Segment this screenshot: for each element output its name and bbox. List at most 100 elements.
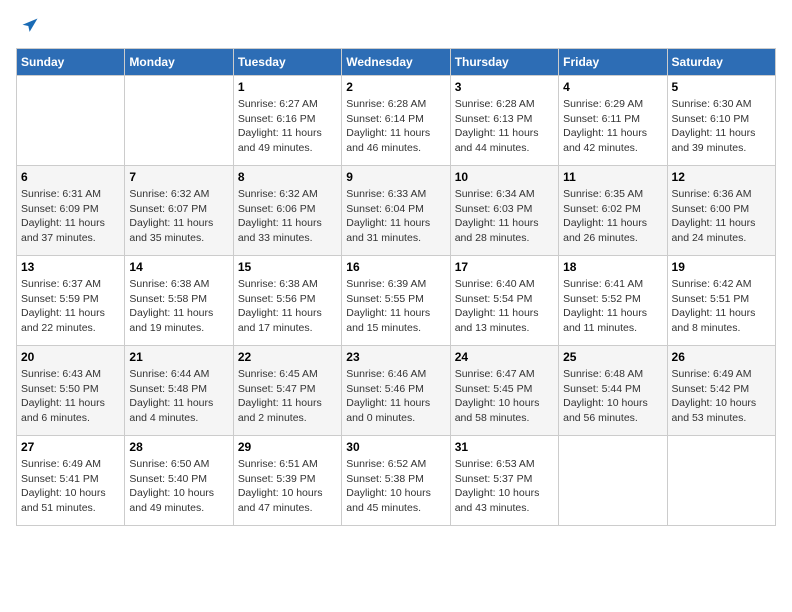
day-number: 20 xyxy=(21,350,120,364)
calendar-cell xyxy=(17,76,125,166)
day-number: 3 xyxy=(455,80,554,94)
day-details: Sunrise: 6:35 AM Sunset: 6:02 PM Dayligh… xyxy=(563,187,662,246)
day-number: 11 xyxy=(563,170,662,184)
day-details: Sunrise: 6:28 AM Sunset: 6:14 PM Dayligh… xyxy=(346,97,445,156)
weekday-header-tuesday: Tuesday xyxy=(233,49,341,76)
day-details: Sunrise: 6:36 AM Sunset: 6:00 PM Dayligh… xyxy=(672,187,771,246)
calendar-cell: 12 Sunrise: 6:36 AM Sunset: 6:00 PM Dayli… xyxy=(667,166,775,256)
day-details: Sunrise: 6:50 AM Sunset: 5:40 PM Dayligh… xyxy=(129,457,228,516)
calendar-cell: 10 Sunrise: 6:34 AM Sunset: 6:03 PM Dayli… xyxy=(450,166,558,256)
day-number: 8 xyxy=(238,170,337,184)
day-number: 26 xyxy=(672,350,771,364)
day-number: 12 xyxy=(672,170,771,184)
weekday-header-wednesday: Wednesday xyxy=(342,49,450,76)
day-number: 19 xyxy=(672,260,771,274)
day-number: 9 xyxy=(346,170,445,184)
day-details: Sunrise: 6:40 AM Sunset: 5:54 PM Dayligh… xyxy=(455,277,554,336)
calendar-cell: 9 Sunrise: 6:33 AM Sunset: 6:04 PM Daylig… xyxy=(342,166,450,256)
calendar-cell: 28 Sunrise: 6:50 AM Sunset: 5:40 PM Dayli… xyxy=(125,436,233,526)
calendar-cell: 27 Sunrise: 6:49 AM Sunset: 5:41 PM Dayli… xyxy=(17,436,125,526)
calendar-cell: 18Sunrise: 6:41 AM Sunset: 5:52 PM Dayli… xyxy=(559,256,667,346)
day-details: Sunrise: 6:49 AM Sunset: 5:41 PM Dayligh… xyxy=(21,457,120,516)
day-number: 30 xyxy=(346,440,445,454)
logo xyxy=(16,16,40,36)
day-number: 5 xyxy=(672,80,771,94)
day-number: 1 xyxy=(238,80,337,94)
calendar-cell: 8Sunrise: 6:32 AM Sunset: 6:06 PM Daylig… xyxy=(233,166,341,256)
day-details: Sunrise: 6:53 AM Sunset: 5:37 PM Dayligh… xyxy=(455,457,554,516)
calendar-week-2: 6 Sunrise: 6:31 AM Sunset: 6:09 PM Daylig… xyxy=(17,166,776,256)
calendar-week-1: 1 Sunrise: 6:27 AM Sunset: 6:16 PM Daylig… xyxy=(17,76,776,166)
day-details: Sunrise: 6:51 AM Sunset: 5:39 PM Dayligh… xyxy=(238,457,337,516)
day-details: Sunrise: 6:44 AM Sunset: 5:48 PM Dayligh… xyxy=(129,367,228,426)
day-details: Sunrise: 6:48 AM Sunset: 5:44 PM Dayligh… xyxy=(563,367,662,426)
calendar-cell: 13 Sunrise: 6:37 AM Sunset: 5:59 PM Dayli… xyxy=(17,256,125,346)
day-details: Sunrise: 6:49 AM Sunset: 5:42 PM Dayligh… xyxy=(672,367,771,426)
day-details: Sunrise: 6:37 AM Sunset: 5:59 PM Dayligh… xyxy=(21,277,120,336)
day-details: Sunrise: 6:42 AM Sunset: 5:51 PM Dayligh… xyxy=(672,277,771,336)
calendar-cell: 24 Sunrise: 6:47 AM Sunset: 5:45 PM Dayli… xyxy=(450,346,558,436)
day-number: 25 xyxy=(563,350,662,364)
day-details: Sunrise: 6:38 AM Sunset: 5:58 PM Dayligh… xyxy=(129,277,228,336)
day-details: Sunrise: 6:34 AM Sunset: 6:03 PM Dayligh… xyxy=(455,187,554,246)
calendar-cell: 17 Sunrise: 6:40 AM Sunset: 5:54 PM Dayli… xyxy=(450,256,558,346)
day-number: 27 xyxy=(21,440,120,454)
weekday-header-sunday: Sunday xyxy=(17,49,125,76)
day-number: 4 xyxy=(563,80,662,94)
calendar-week-4: 20 Sunrise: 6:43 AM Sunset: 5:50 PM Dayli… xyxy=(17,346,776,436)
calendar-cell: 3Sunrise: 6:28 AM Sunset: 6:13 PM Daylig… xyxy=(450,76,558,166)
calendar-cell xyxy=(559,436,667,526)
logo-bird-icon xyxy=(20,16,40,36)
calendar-cell: 2 Sunrise: 6:28 AM Sunset: 6:14 PM Daylig… xyxy=(342,76,450,166)
weekday-header-friday: Friday xyxy=(559,49,667,76)
day-number: 17 xyxy=(455,260,554,274)
calendar-cell: 14 Sunrise: 6:38 AM Sunset: 5:58 PM Dayli… xyxy=(125,256,233,346)
weekday-header-saturday: Saturday xyxy=(667,49,775,76)
day-details: Sunrise: 6:32 AM Sunset: 6:07 PM Dayligh… xyxy=(129,187,228,246)
calendar-cell: 7 Sunrise: 6:32 AM Sunset: 6:07 PM Daylig… xyxy=(125,166,233,256)
day-number: 6 xyxy=(21,170,120,184)
calendar-header: SundayMondayTuesdayWednesdayThursdayFrid… xyxy=(17,49,776,76)
day-number: 16 xyxy=(346,260,445,274)
day-details: Sunrise: 6:27 AM Sunset: 6:16 PM Dayligh… xyxy=(238,97,337,156)
day-details: Sunrise: 6:39 AM Sunset: 5:55 PM Dayligh… xyxy=(346,277,445,336)
calendar-cell: 5 Sunrise: 6:30 AM Sunset: 6:10 PM Daylig… xyxy=(667,76,775,166)
day-details: Sunrise: 6:43 AM Sunset: 5:50 PM Dayligh… xyxy=(21,367,120,426)
day-number: 24 xyxy=(455,350,554,364)
calendar-cell: 11 Sunrise: 6:35 AM Sunset: 6:02 PM Dayli… xyxy=(559,166,667,256)
calendar-cell: 22Sunrise: 6:45 AM Sunset: 5:47 PM Dayli… xyxy=(233,346,341,436)
calendar-cell: 19 Sunrise: 6:42 AM Sunset: 5:51 PM Dayli… xyxy=(667,256,775,346)
day-number: 22 xyxy=(238,350,337,364)
day-number: 7 xyxy=(129,170,228,184)
calendar-table: SundayMondayTuesdayWednesdayThursdayFrid… xyxy=(16,48,776,526)
calendar-cell: 25 Sunrise: 6:48 AM Sunset: 5:44 PM Dayli… xyxy=(559,346,667,436)
day-details: Sunrise: 6:29 AM Sunset: 6:11 PM Dayligh… xyxy=(563,97,662,156)
calendar-cell: 15 Sunrise: 6:38 AM Sunset: 5:56 PM Dayli… xyxy=(233,256,341,346)
day-details: Sunrise: 6:30 AM Sunset: 6:10 PM Dayligh… xyxy=(672,97,771,156)
day-number: 13 xyxy=(21,260,120,274)
calendar-cell: 30Sunrise: 6:52 AM Sunset: 5:38 PM Dayli… xyxy=(342,436,450,526)
day-details: Sunrise: 6:41 AM Sunset: 5:52 PM Dayligh… xyxy=(563,277,662,336)
day-number: 15 xyxy=(238,260,337,274)
weekday-header-thursday: Thursday xyxy=(450,49,558,76)
day-number: 2 xyxy=(346,80,445,94)
day-details: Sunrise: 6:47 AM Sunset: 5:45 PM Dayligh… xyxy=(455,367,554,426)
calendar-cell xyxy=(125,76,233,166)
day-details: Sunrise: 6:31 AM Sunset: 6:09 PM Dayligh… xyxy=(21,187,120,246)
calendar-cell: 29 Sunrise: 6:51 AM Sunset: 5:39 PM Dayli… xyxy=(233,436,341,526)
calendar-cell xyxy=(667,436,775,526)
day-details: Sunrise: 6:38 AM Sunset: 5:56 PM Dayligh… xyxy=(238,277,337,336)
calendar-cell: 1 Sunrise: 6:27 AM Sunset: 6:16 PM Daylig… xyxy=(233,76,341,166)
calendar-cell: 6 Sunrise: 6:31 AM Sunset: 6:09 PM Daylig… xyxy=(17,166,125,256)
weekday-row: SundayMondayTuesdayWednesdayThursdayFrid… xyxy=(17,49,776,76)
weekday-header-monday: Monday xyxy=(125,49,233,76)
day-number: 29 xyxy=(238,440,337,454)
day-number: 31 xyxy=(455,440,554,454)
day-number: 23 xyxy=(346,350,445,364)
day-number: 14 xyxy=(129,260,228,274)
day-number: 28 xyxy=(129,440,228,454)
calendar-cell: 21Sunrise: 6:44 AM Sunset: 5:48 PM Dayli… xyxy=(125,346,233,436)
day-number: 10 xyxy=(455,170,554,184)
day-details: Sunrise: 6:33 AM Sunset: 6:04 PM Dayligh… xyxy=(346,187,445,246)
calendar-body: 1 Sunrise: 6:27 AM Sunset: 6:16 PM Daylig… xyxy=(17,76,776,526)
